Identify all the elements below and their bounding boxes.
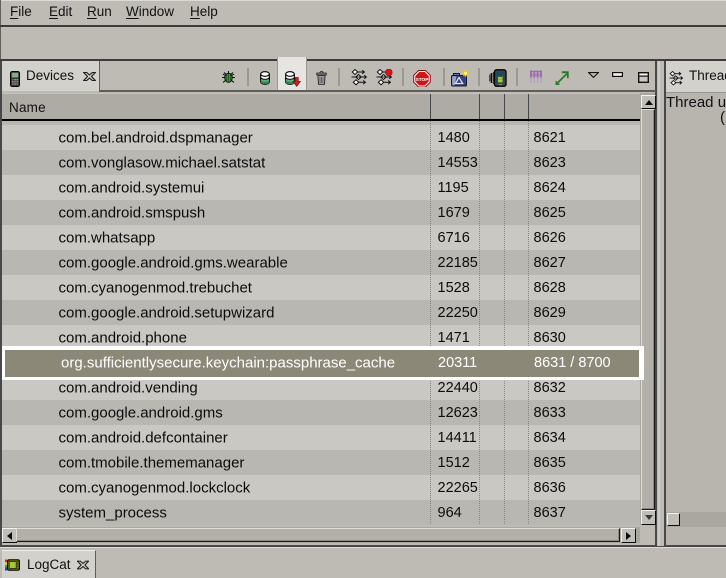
svg-text:STOP: STOP <box>416 77 429 83</box>
